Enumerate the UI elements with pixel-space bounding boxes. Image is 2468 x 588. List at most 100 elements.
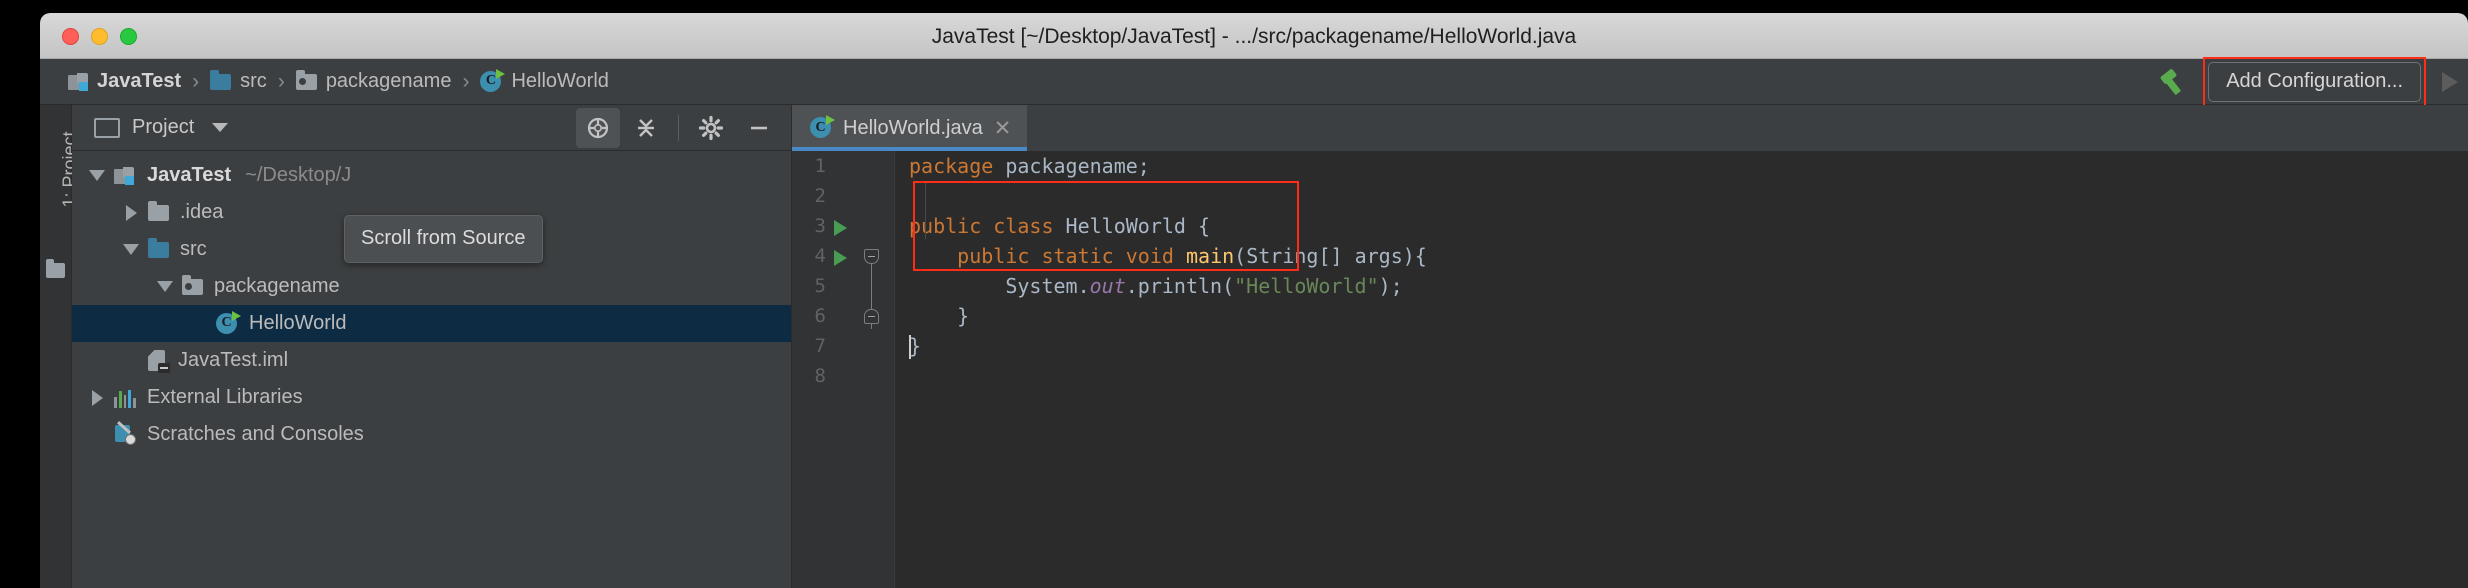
run-play-icon[interactable] [2442, 72, 2458, 92]
tree-item-label: JavaTest [147, 164, 232, 186]
fold-end-icon[interactable] [864, 309, 879, 324]
line-number: 3 [814, 215, 826, 237]
tree-item-label: Scratches and Consoles [147, 423, 364, 445]
project-panel-header: Project [72, 105, 791, 151]
project-panel-tools [576, 105, 781, 151]
breadcrumb-label: src [240, 70, 267, 92]
indent-guide [925, 183, 926, 239]
tree-item-label: .idea [180, 201, 224, 223]
folder-blue-icon [148, 237, 169, 258]
tool-window-stripe: 1: Project [40, 105, 80, 588]
project-tool-window: Project JavaTest ~/Desktop/J .idea src p… [72, 105, 792, 588]
scratches-icon [114, 420, 136, 445]
twisty-expanded-icon[interactable] [148, 281, 182, 292]
close-icon[interactable]: ✕ [994, 116, 1012, 141]
project-tree: JavaTest ~/Desktop/J .idea src packagena… [72, 151, 791, 453]
stripe-folder-icon[interactable] [46, 259, 65, 278]
tree-row-scratches-and-consoles[interactable]: Scratches and Consoles [72, 416, 791, 453]
toolbar-divider [678, 115, 679, 141]
module-icon [68, 73, 88, 91]
editor-gutter[interactable]: 1 2 3 4 5 6 7 8 [792, 151, 894, 588]
project-panel-title: Project [132, 116, 195, 138]
breadcrumb-label: HelloWorld [511, 70, 609, 92]
add-configuration-button[interactable]: Add Configuration... [2208, 62, 2421, 102]
run-method-gutter-icon[interactable] [834, 250, 847, 266]
line-number: 1 [814, 155, 826, 177]
code-line-6: } [909, 304, 970, 328]
project-icon [94, 117, 120, 138]
java-class-icon: C [810, 115, 835, 139]
folder-gray-icon [148, 200, 169, 221]
scroll-from-source-icon[interactable] [576, 108, 620, 148]
line-number: 5 [814, 275, 826, 297]
tab-helloworld-java[interactable]: C HelloWorld.java ✕ [792, 105, 1028, 151]
scroll-from-source-tooltip: Scroll from Source [344, 215, 543, 263]
twisty-expanded-icon[interactable] [80, 170, 114, 181]
editor-area: C HelloWorld.java ✕ 1 2 3 4 5 6 7 8 pack… [792, 105, 2468, 588]
twisty-collapsed-icon[interactable] [80, 389, 114, 406]
tree-item-label: HelloWorld [249, 312, 347, 334]
twisty-expanded-icon[interactable] [114, 244, 148, 255]
hide-icon[interactable] [737, 108, 781, 148]
gutter-line: 1 [792, 151, 894, 181]
breadcrumb-item-src[interactable]: src [210, 69, 267, 93]
code-line-5: System.out.println("HelloWorld"); [909, 274, 1403, 298]
window-titlebar: JavaTest [~/Desktop/JavaTest] - .../src/… [40, 13, 2468, 59]
twisty-collapsed-icon[interactable] [114, 204, 148, 221]
breadcrumb-label: JavaTest [97, 70, 182, 92]
code-area: 1 2 3 4 5 6 7 8 package packagename; pub… [792, 151, 2468, 588]
run-class-gutter-icon[interactable] [834, 220, 847, 236]
build-hammer-icon[interactable] [2157, 65, 2191, 99]
gutter-line: 7 [792, 331, 894, 361]
gutter-line: 6 [792, 301, 894, 331]
intellij-window: JavaTest [~/Desktop/JavaTest] - .../src/… [40, 13, 2468, 588]
folder-blue-icon [210, 69, 232, 90]
breadcrumb-item-javatest[interactable]: JavaTest [68, 70, 181, 93]
chevron-down-icon[interactable] [212, 123, 229, 132]
fold-collapse-icon[interactable] [864, 249, 879, 264]
breadcrumb-separator: › [277, 69, 285, 93]
tree-row-javatest-iml[interactable]: JavaTest.iml [72, 342, 791, 379]
tree-row-helloworld[interactable]: C HelloWorld [72, 305, 791, 342]
window-title: JavaTest [~/Desktop/JavaTest] - .../src/… [931, 25, 1577, 48]
breadcrumb-item-helloworld[interactable]: C HelloWorld [480, 68, 609, 93]
text-caret [909, 335, 911, 359]
breadcrumb-item-packagename[interactable]: packagename [295, 69, 452, 93]
gutter-line: 4 [792, 241, 894, 271]
code-text[interactable]: package packagename; public class HelloW… [894, 151, 2468, 588]
collapse-all-icon[interactable] [624, 108, 668, 148]
tree-row-external-libraries[interactable]: External Libraries [72, 379, 791, 416]
tree-item-label: src [180, 238, 207, 260]
add-configuration-highlight: Add Configuration... [2203, 57, 2426, 107]
main-body: 1: Project Project JavaTest ~/Desktop/J … [40, 105, 2468, 588]
line-number: 6 [814, 305, 826, 327]
gutter-line: 2 [792, 181, 894, 211]
gutter-line: 5 [792, 271, 894, 301]
line-number: 8 [814, 365, 826, 387]
code-line-1: package packagename; [909, 154, 1150, 178]
tree-item-label: External Libraries [147, 386, 303, 408]
editor-tabbar: C HelloWorld.java ✕ [792, 105, 2468, 151]
tab-label: HelloWorld.java [843, 116, 983, 139]
module-icon [114, 166, 136, 185]
line-number: 7 [814, 335, 826, 357]
tree-row-javatest[interactable]: JavaTest ~/Desktop/J [72, 157, 791, 194]
breadcrumb-bar: JavaTest › src › packagename › C HelloWo… [40, 57, 2468, 107]
code-line-7: } [909, 334, 922, 358]
breadcrumb-label: packagename [325, 70, 452, 92]
libraries-icon [114, 388, 136, 408]
run-toolbar: Add Configuration... [2157, 57, 2458, 107]
tree-row-packagename[interactable]: packagename [72, 268, 791, 305]
breadcrumb-separator: › [192, 69, 200, 93]
tree-item-path: ~/Desktop/J [245, 164, 352, 186]
breadcrumb-separator: › [462, 69, 470, 93]
gutter-line: 8 [792, 361, 894, 391]
code-line-3: public class HelloWorld { [909, 214, 1211, 238]
package-icon [182, 274, 203, 295]
package-icon [295, 69, 317, 90]
java-class-icon: C [216, 310, 241, 335]
gutter-line: 3 [792, 211, 894, 241]
gear-icon[interactable] [689, 108, 733, 148]
